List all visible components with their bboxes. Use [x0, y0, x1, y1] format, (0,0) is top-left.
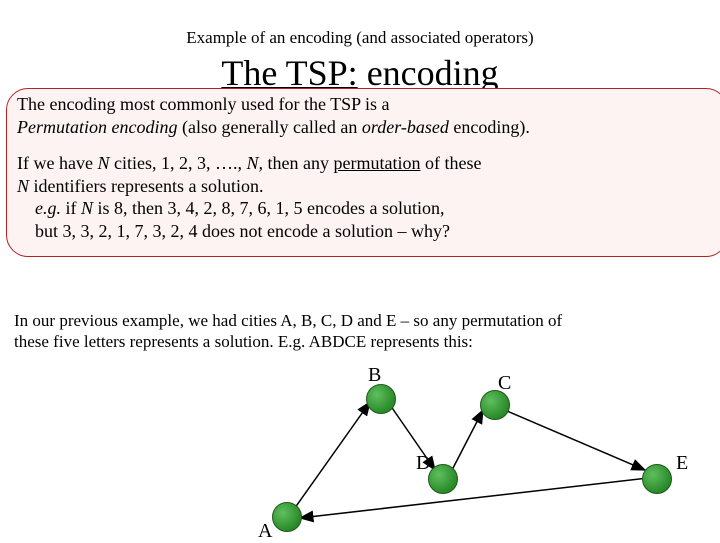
bottom-paragraph: In our previous example, we had cities A… [14, 310, 706, 353]
tsp-graph: A B C D E [0, 370, 720, 540]
p2-l2a: identifiers represents a solution. [29, 176, 263, 196]
bottom-l1: In our previous example, we had cities A… [14, 311, 562, 330]
p1-l2-ital2: order-based [362, 117, 449, 137]
node-d [428, 464, 458, 494]
p2-l1b: cities, 1, 2, 3, …., [109, 153, 246, 173]
p2-l1a: If we have [17, 153, 97, 173]
p2-l4: but 3, 3, 2, 1, 7, 3, 2, 4 does not enco… [17, 220, 717, 243]
label-e: E [676, 452, 688, 475]
p2-l1-ital2: N, [246, 153, 263, 173]
p2-l3-mid: if [61, 198, 81, 218]
p2-l1c: then any [263, 153, 333, 173]
p2-l1d: of these [420, 153, 481, 173]
edge-a-b [292, 402, 370, 512]
bottom-l2: these five letters represents a solution… [14, 332, 473, 351]
p2-l2-ital: N [17, 176, 29, 196]
slide-subtitle: Example of an encoding (and associated o… [0, 0, 720, 48]
box-para2: If we have N cities, 1, 2, 3, …., N, the… [17, 152, 717, 242]
p1-l2-mid: (also generally called an [177, 117, 361, 137]
title-suffix: encoding [358, 53, 499, 93]
p2-l1-perm: permutation [333, 153, 420, 173]
node-a [272, 502, 302, 532]
p2-l3b: is 8, then 3, 4, 2, 8, 7, 6, 1, 5 encode… [93, 198, 444, 218]
p1-l2-end: encoding). [449, 117, 530, 137]
p2-l3-eg: e.g. [35, 198, 61, 218]
label-b: B [368, 364, 381, 387]
p1-l1: The encoding most commonly used for the … [17, 94, 389, 114]
edge-c-e [500, 408, 645, 470]
node-e [642, 464, 672, 494]
label-d: D [416, 452, 430, 475]
p1-l2-ital1: Permutation encoding [17, 117, 177, 137]
highlight-box: The encoding most commonly used for the … [6, 88, 720, 257]
label-c: C [498, 372, 511, 395]
p2-l3-ital: N [81, 198, 93, 218]
edge-e-a [300, 478, 648, 518]
p2-l1-ital: N [97, 153, 109, 173]
title-underlined: The TSP: [221, 53, 357, 93]
p2-l3-line: e.g. if N is 8, then 3, 4, 2, 8, 7, 6, 1… [17, 197, 717, 220]
box-para1: The encoding most commonly used for the … [17, 93, 717, 138]
edge-d-c [452, 410, 483, 470]
graph-edges [0, 370, 720, 540]
node-b [366, 384, 396, 414]
